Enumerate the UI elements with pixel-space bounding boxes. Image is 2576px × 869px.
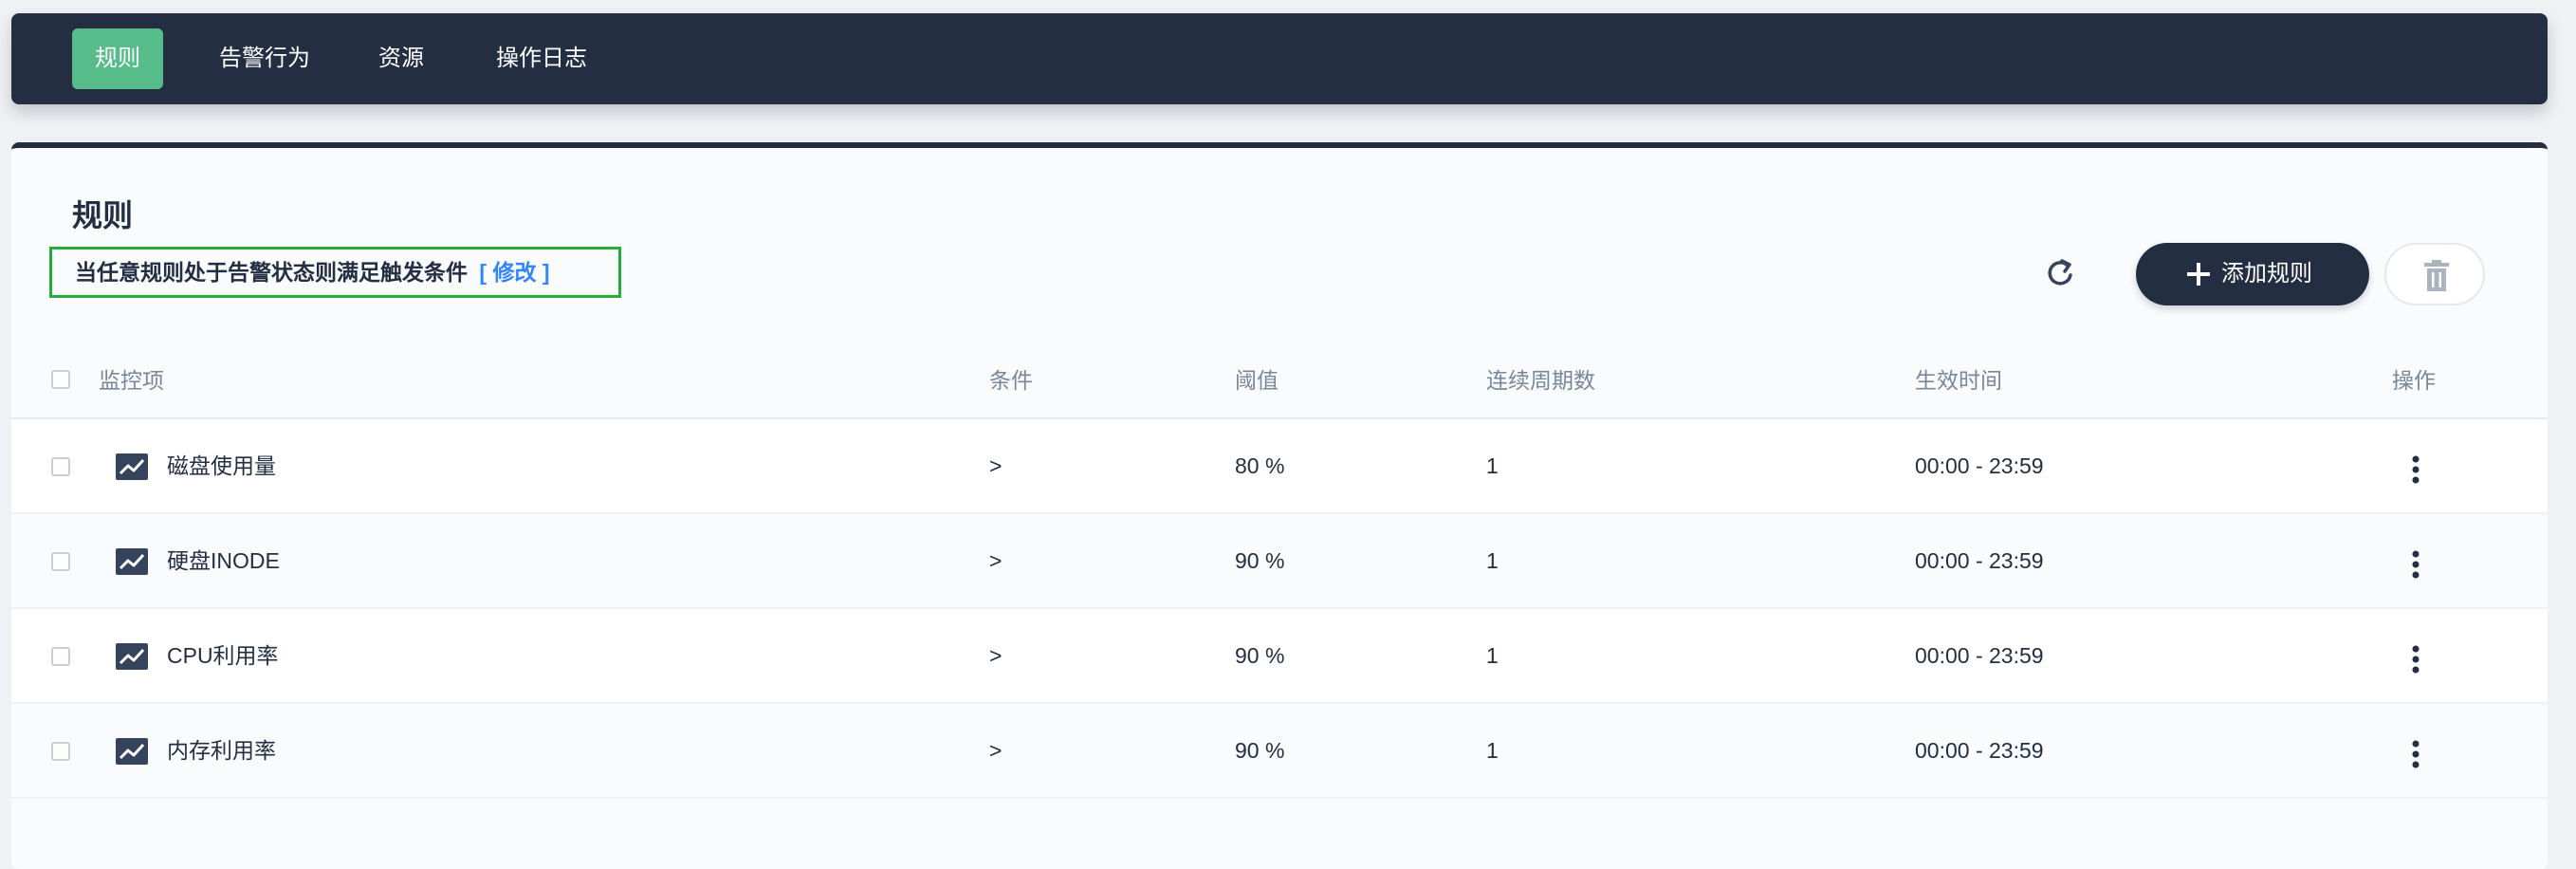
condition-value: > [989, 548, 1003, 573]
header-actions: 操作 [2392, 368, 2436, 393]
select-all-checkbox[interactable] [51, 370, 70, 389]
plus-icon [2187, 263, 2210, 286]
line-chart-icon [116, 738, 148, 765]
cycles-value: 1 [1486, 643, 1499, 668]
cycles-value: 1 [1486, 453, 1499, 478]
tab-rules[interactable]: 规则 [72, 28, 163, 89]
line-chart-icon [116, 453, 148, 480]
metric-name: 内存利用率 [167, 738, 276, 763]
header-effective-time: 生效时间 [1915, 368, 2002, 393]
more-vertical-icon[interactable] [2411, 550, 2420, 579]
effective-time-value: 00:00 - 23:59 [1915, 548, 2044, 573]
effective-time-value: 00:00 - 23:59 [1915, 453, 2044, 478]
line-chart-icon [116, 643, 148, 670]
cycles-value: 1 [1486, 548, 1499, 573]
table-header: 监控项 条件 阈值 连续周期数 生效时间 操作 [11, 342, 2548, 419]
page-title: 规则 [72, 198, 134, 232]
table-row: CPU利用率 > 90 % 1 00:00 - 23:59 [11, 609, 2548, 704]
threshold-value: 90 % [1235, 738, 1285, 763]
header-monitor-item: 监控项 [99, 368, 164, 393]
header-threshold: 阈值 [1235, 368, 1279, 393]
threshold-value: 90 % [1235, 548, 1285, 573]
table-row: 内存利用率 > 90 % 1 00:00 - 23:59 [11, 704, 2548, 799]
row-checkbox[interactable] [51, 647, 70, 666]
add-rule-label: 添加规则 [2221, 261, 2312, 287]
refresh-icon [2048, 259, 2072, 286]
header-cycles: 连续周期数 [1486, 368, 1595, 393]
more-vertical-icon[interactable] [2411, 645, 2420, 674]
tab-alert-actions[interactable]: 告警行为 [193, 28, 336, 89]
metric-name: CPU利用率 [167, 643, 279, 668]
trigger-condition-text: 当任意规则处于告警状态则满足触发条件 [75, 260, 468, 285]
top-navigation: 规则 告警行为 资源 操作日志 [11, 13, 2548, 104]
condition-value: > [989, 643, 1003, 668]
refresh-button[interactable] [2039, 252, 2081, 294]
cycles-value: 1 [1486, 738, 1499, 763]
condition-value: > [989, 453, 1003, 478]
trigger-condition: 当任意规则处于告警状态则满足触发条件 [ 修改 ] [49, 247, 621, 298]
row-checkbox[interactable] [51, 457, 70, 476]
header-condition: 条件 [989, 368, 1033, 393]
tab-operation-log[interactable]: 操作日志 [470, 28, 613, 89]
line-chart-icon [116, 548, 148, 575]
table-row: 硬盘INODE > 90 % 1 00:00 - 23:59 [11, 514, 2548, 609]
tab-resources[interactable]: 资源 [359, 28, 444, 89]
threshold-value: 80 % [1235, 453, 1285, 478]
row-checkbox[interactable] [51, 552, 70, 571]
more-vertical-icon[interactable] [2411, 455, 2420, 484]
edit-trigger-link[interactable]: [ 修改 ] [479, 260, 549, 285]
threshold-value: 90 % [1235, 643, 1285, 668]
metric-name: 硬盘INODE [167, 548, 280, 573]
more-vertical-icon[interactable] [2411, 740, 2420, 768]
table-row: 磁盘使用量 > 80 % 1 00:00 - 23:59 [11, 419, 2548, 514]
rules-panel: 规则 当任意规则处于告警状态则满足触发条件 [ 修改 ] 添加规则 监控项 条件… [11, 142, 2548, 869]
effective-time-value: 00:00 - 23:59 [1915, 738, 2044, 763]
row-checkbox[interactable] [51, 742, 70, 761]
metric-name: 磁盘使用量 [167, 453, 276, 478]
effective-time-value: 00:00 - 23:59 [1915, 643, 2044, 668]
condition-value: > [989, 738, 1003, 763]
delete-button[interactable] [2384, 243, 2485, 305]
trash-icon [2424, 260, 2449, 291]
add-rule-button[interactable]: 添加规则 [2136, 243, 2369, 305]
